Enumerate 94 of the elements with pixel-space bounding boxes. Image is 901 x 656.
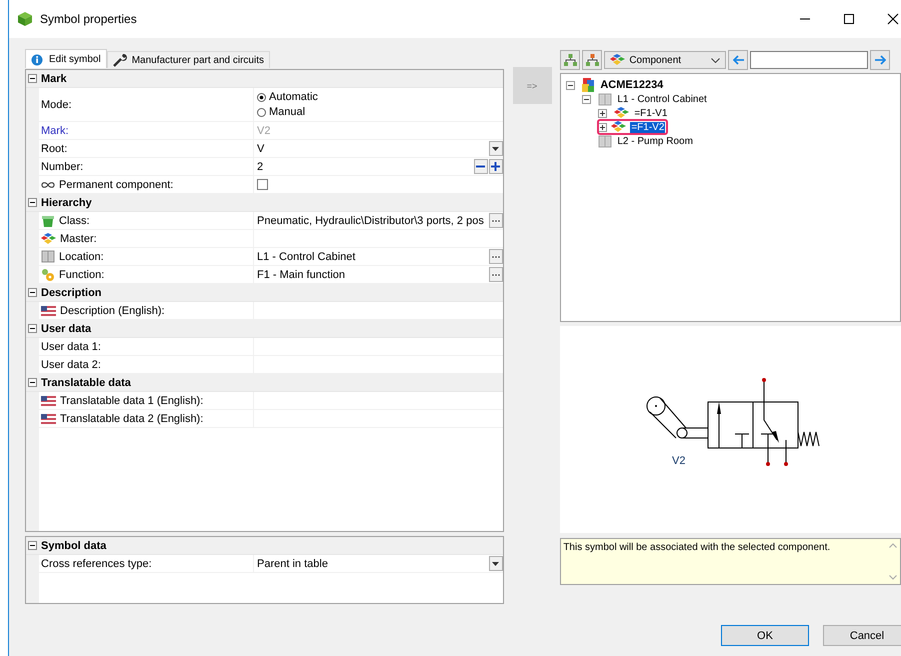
- cabinet-icon: [598, 134, 612, 148]
- filter-dropdown[interactable]: Component: [604, 51, 726, 69]
- close-icon[interactable]: [887, 13, 899, 25]
- property-label: Master:: [60, 232, 97, 244]
- property-label: Mark:: [41, 124, 68, 136]
- property-label: Location:: [59, 250, 104, 262]
- decrement-button[interactable]: [474, 159, 488, 174]
- property-label: Root:: [41, 142, 68, 154]
- info-text: This symbol will be associated with the selected component.: [562, 541, 832, 555]
- tree-item[interactable]: L2 - Pump Room: [616, 136, 694, 146]
- property-value: Pneumatic, Hydraulic\Distributor\3 ports, 2 pos: [257, 214, 484, 226]
- property-label: Number:: [41, 160, 84, 172]
- blocks-icon: [611, 121, 626, 133]
- flag-icon: [41, 396, 56, 406]
- property-value: L1 - Control Cabinet: [257, 250, 356, 262]
- caret-icon: [492, 146, 500, 150]
- property-label: Cross references type:: [41, 558, 152, 570]
- property-label: Function:: [59, 268, 104, 280]
- cabinet-icon: [598, 92, 612, 106]
- property-value: 2: [257, 160, 264, 172]
- blocks-icon: [614, 107, 630, 119]
- property-value: V: [257, 142, 264, 154]
- checkbox[interactable]: [257, 179, 268, 190]
- maximize-icon[interactable]: [843, 13, 855, 25]
- property-label: Class:: [59, 214, 90, 226]
- ok-button[interactable]: OK: [721, 625, 809, 646]
- search-field[interactable]: [750, 51, 868, 69]
- previous-button[interactable]: [728, 50, 748, 70]
- blocks-icon: [41, 232, 56, 244]
- expand-toggle[interactable]: [582, 94, 591, 104]
- collapse-toggle[interactable]: [26, 541, 39, 550]
- arrow-left-icon: [732, 55, 744, 65]
- tree-view-button[interactable]: [582, 50, 602, 70]
- section-title: Translatable data: [40, 376, 131, 388]
- info-icon: [31, 52, 44, 66]
- property-label: Permanent component:: [59, 178, 174, 190]
- radio-button[interactable]: [257, 108, 266, 116]
- dropdown-button[interactable]: [488, 556, 503, 571]
- section-title: Mark: [40, 72, 67, 84]
- section-title: Hierarchy: [40, 196, 92, 208]
- collapse-toggle[interactable]: [26, 378, 39, 387]
- section-title: User data: [40, 322, 92, 334]
- expand-toggle[interactable]: [598, 122, 607, 132]
- property-label: Translatable data 1 (English):: [60, 394, 204, 406]
- property-label: User data 2:: [41, 358, 101, 370]
- cube-icon: [17, 11, 33, 27]
- increment-button[interactable]: [488, 159, 503, 174]
- tree-item[interactable]: =F1-V1: [633, 108, 668, 118]
- expand-toggle[interactable]: [598, 108, 607, 118]
- arrow-right-icon: [874, 55, 886, 65]
- dropdown-button[interactable]: [488, 141, 503, 156]
- blocks-icon: [610, 54, 626, 66]
- tab[interactable]: Edit symbol: [25, 49, 107, 68]
- tab[interactable]: Manufacturer part and circuits: [106, 51, 270, 68]
- expand-toggle[interactable]: [566, 80, 575, 90]
- radio-label[interactable]: Automatic: [269, 91, 318, 103]
- infinity-icon: [41, 180, 55, 188]
- window-title: Symbol properties: [40, 12, 137, 26]
- flag-icon: [41, 306, 56, 316]
- caret-icon: [492, 562, 500, 566]
- radio-label[interactable]: Manual: [269, 106, 306, 118]
- tree-view-button[interactable]: [560, 50, 580, 70]
- property-label: User data 1:: [41, 340, 101, 352]
- property-value: V2: [257, 124, 270, 136]
- bin-icon: [41, 214, 55, 226]
- next-button[interactable]: [870, 50, 890, 70]
- collapse-toggle[interactable]: [26, 288, 39, 297]
- wrench-icon: [112, 53, 127, 67]
- property-label: Translatable data 2 (English):: [60, 412, 204, 424]
- symbol-label: V2: [672, 454, 686, 466]
- plus-icon: [491, 162, 500, 171]
- collapse-toggle[interactable]: [26, 74, 39, 83]
- project-icon: [582, 78, 596, 92]
- cabinet-icon: [41, 250, 55, 263]
- flag-icon: [41, 414, 56, 424]
- collapse-toggle[interactable]: [26, 198, 39, 207]
- property-label: Description (English):: [60, 304, 165, 316]
- browse-button[interactable]: [488, 249, 503, 264]
- property-value: F1 - Main function: [257, 268, 346, 280]
- radio-button[interactable]: [257, 92, 266, 102]
- section-title: Description: [40, 286, 102, 298]
- tree-item[interactable]: L1 - Control Cabinet: [616, 94, 708, 104]
- cancel-button[interactable]: Cancel: [823, 625, 901, 646]
- property-label: Mode:: [41, 98, 72, 110]
- collapse-toggle[interactable]: [26, 324, 39, 333]
- chevron-down-icon: [711, 58, 720, 62]
- hierarchy-icon: [564, 54, 577, 66]
- tree-item[interactable]: =F1-V2: [630, 122, 666, 132]
- property-value: Parent in table: [257, 558, 328, 570]
- browse-button[interactable]: [488, 267, 503, 282]
- hierarchy-icon: [586, 54, 599, 66]
- browse-button[interactable]: [488, 213, 503, 228]
- section-title: Symbol data: [40, 540, 106, 552]
- tree-item[interactable]: ACME12234: [599, 79, 664, 91]
